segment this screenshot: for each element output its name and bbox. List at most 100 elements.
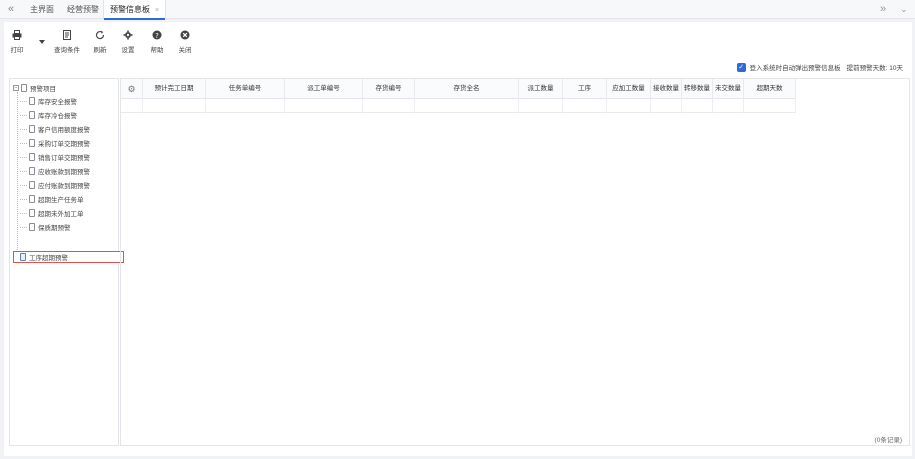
file-icon: [29, 195, 35, 203]
column-header[interactable]: 预计完工日期: [143, 79, 206, 99]
file-icon: [29, 139, 35, 147]
query-conditions-button[interactable]: 查询条件: [53, 30, 81, 54]
table-cell: [713, 99, 744, 113]
auto-popup-checkbox[interactable]: ✓: [736, 62, 746, 72]
column-header[interactable]: 派工数量: [519, 79, 563, 99]
tree-item-payable-due[interactable]: 应付账款到期预警: [20, 179, 90, 191]
table-cell: [519, 99, 563, 113]
table-cell: [682, 99, 713, 113]
tree-item-purchase-due[interactable]: 采购订单交期预警: [20, 137, 90, 149]
column-header[interactable]: 存货编号: [363, 79, 415, 99]
tree-item-label: 采购订单交期预警: [38, 141, 90, 148]
tree-item-label: 工序超期预警: [29, 255, 68, 262]
column-header[interactable]: 存货全名: [415, 79, 519, 99]
print-button[interactable]: 打印: [4, 30, 30, 54]
tree-item-credit-limit[interactable]: 客户信用额度报警: [20, 123, 90, 135]
print-button-label: 打印: [10, 47, 24, 54]
gear-icon: [115, 30, 141, 41]
column-settings-icon[interactable]: ⚙: [121, 79, 143, 99]
table-cell: [143, 99, 206, 113]
table-cell: [415, 99, 519, 113]
printer-icon: [4, 30, 30, 41]
query-conditions-label: 查询条件: [54, 47, 80, 54]
scroll-tabs-left-icon[interactable]: «: [8, 3, 14, 15]
tree-item-label: 客户信用额度报警: [38, 127, 90, 134]
close-icon[interactable]: ×: [155, 7, 159, 14]
alert-item-tree: − 预警项目 库存安全报警 库存冷仓报警 客户信用额度报警 采购订单交期预警 销…: [9, 78, 124, 446]
column-header[interactable]: 未交数量: [713, 79, 744, 99]
settings-button[interactable]: 设置: [115, 30, 141, 54]
tree-item-label: 应收账款到期预警: [38, 169, 90, 176]
column-header[interactable]: 派工单编号: [285, 79, 363, 99]
folder-icon: [21, 84, 27, 92]
tab-alert-board[interactable]: 预警信息板 ×: [103, 0, 167, 20]
file-icon: [29, 167, 35, 175]
tree-root[interactable]: − 预警项目: [13, 83, 56, 93]
file-icon: [29, 209, 35, 217]
alert-grid: ⚙ 预计完工日期 任务单编号 派工单编号 存货编号 存货全名 派工数量 工序 应…: [120, 78, 910, 446]
table-cell: [121, 99, 143, 113]
close-button[interactable]: 关闭: [172, 30, 198, 54]
close-label: 关闭: [178, 47, 192, 54]
tree-item-stock-cold[interactable]: 库存冷仓报警: [20, 109, 77, 121]
table-cell: [363, 99, 415, 113]
file-icon: [29, 111, 35, 119]
grid-header: ⚙ 预计完工日期 任务单编号 派工单编号 存货编号 存货全名 派工数量 工序 应…: [121, 79, 796, 99]
tree-item-overdue-production[interactable]: 超期生产任务单: [20, 193, 84, 205]
record-count: (0条记录): [874, 437, 902, 444]
column-header[interactable]: 工序: [563, 79, 607, 99]
file-icon: [20, 253, 26, 261]
tree-item-label: 超期未外加工单: [38, 211, 84, 218]
scroll-tabs-right-icon[interactable]: »: [880, 3, 886, 15]
tab-business-alerts[interactable]: 经营预警: [67, 0, 99, 19]
refresh-icon: [87, 30, 113, 41]
table-row[interactable]: [121, 99, 796, 113]
file-icon: [29, 223, 35, 231]
collapse-icon[interactable]: −: [13, 85, 19, 91]
filter-icon: [53, 30, 81, 41]
tree-item-sales-due[interactable]: 销售订单交期预警: [20, 151, 90, 163]
table-cell: [206, 99, 285, 113]
tree-item-label: 超期生产任务单: [38, 197, 84, 204]
print-dropdown-caret-icon[interactable]: [39, 40, 45, 44]
svg-text:?: ?: [155, 32, 159, 40]
tree-item-overdue-outsourcing[interactable]: 超期未外加工单: [20, 207, 84, 219]
refresh-label: 刷新: [93, 47, 107, 54]
column-header[interactable]: 超期天数: [744, 79, 796, 99]
options-row: ✓ 登入系统时自动弹出预警信息板 提前预警天数: 10天: [736, 62, 903, 72]
tree-item-process-overdue[interactable]: 工序超期预警: [13, 251, 124, 263]
advance-days-label[interactable]: 提前预警天数: 10天: [847, 62, 903, 72]
file-icon: [29, 125, 35, 133]
tree-item-stock-safety[interactable]: 库存安全报警: [20, 95, 77, 107]
tree-connector-line: [17, 92, 18, 254]
column-header[interactable]: 任务单编号: [206, 79, 285, 99]
table-cell: [285, 99, 363, 113]
tab-alert-board-label: 预警信息板: [110, 5, 150, 14]
file-icon: [29, 181, 35, 189]
tree-item-label: 库存冷仓报警: [38, 113, 77, 120]
tab-home[interactable]: 主界面: [30, 0, 54, 19]
tab-bar: « 主界面 经营预警 预警信息板 × » ⌄: [0, 0, 915, 20]
chevron-down-icon[interactable]: ⌄: [900, 3, 908, 15]
file-icon: [29, 97, 35, 105]
table-cell: [651, 99, 682, 113]
help-label: 帮助: [150, 47, 164, 54]
help-icon: ?: [144, 30, 170, 41]
main-panel: 打印 查询条件 刷新 设置 ? 帮助 关闭 ✓ 登入系统时自动弹出预警信息板 提…: [4, 22, 912, 456]
table-cell: [563, 99, 607, 113]
tree-item-receivable-due[interactable]: 应收账款到期预警: [20, 165, 90, 177]
tree-item-label: 库存安全报警: [38, 99, 77, 106]
tree-item-shelf-life[interactable]: 保质期预警: [20, 221, 71, 233]
column-header[interactable]: 应加工数量: [607, 79, 651, 99]
settings-label: 设置: [121, 47, 135, 54]
file-icon: [29, 153, 35, 161]
table-cell: [607, 99, 651, 113]
tree-root-label: 预警项目: [30, 86, 56, 93]
column-header[interactable]: 转移数量: [682, 79, 713, 99]
auto-popup-label: 登入系统时自动弹出预警信息板: [749, 65, 841, 72]
column-header[interactable]: 接收数量: [651, 79, 682, 99]
table-cell: [744, 99, 796, 113]
refresh-button[interactable]: 刷新: [87, 30, 113, 54]
tree-item-label: 保质期预警: [38, 225, 71, 232]
help-button[interactable]: ? 帮助: [144, 30, 170, 54]
